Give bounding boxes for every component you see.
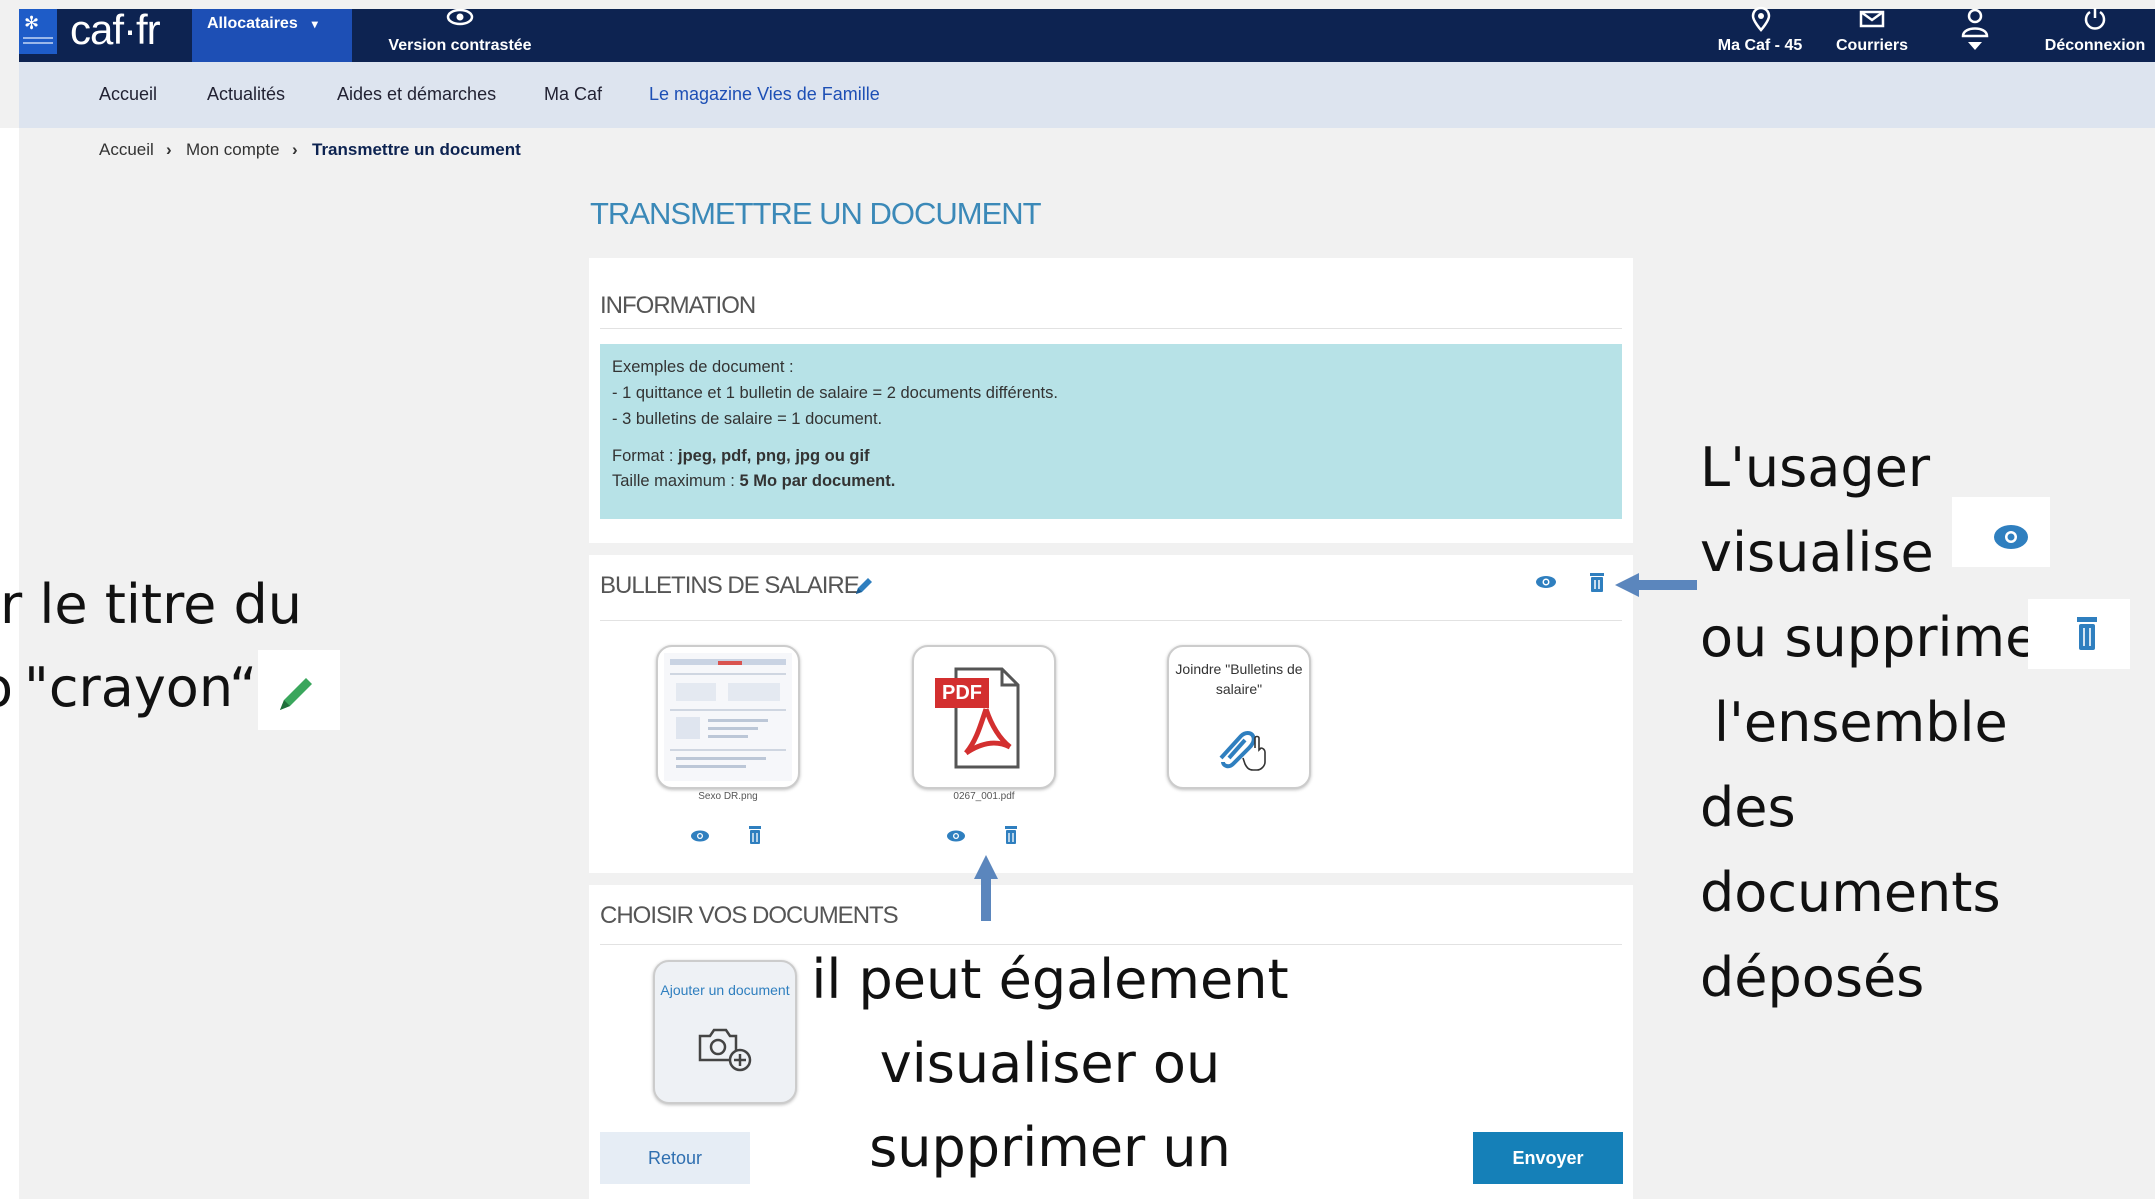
document-preview-image (664, 653, 792, 781)
page-title: TRANSMETTRE UN DOCUMENT (590, 196, 1042, 231)
add-document-label: Ajouter un document (660, 982, 790, 998)
bulletins-title: BULLETINS DE SALAIRE (600, 572, 860, 599)
chevron-right-icon: › (166, 140, 172, 159)
deconnexion-button[interactable]: Déconnexion (2035, 37, 2155, 55)
annotation-left-line1: r le titre du (0, 573, 303, 636)
annotation-line: documents (1700, 861, 2001, 924)
annotation-line: des (1700, 776, 1796, 839)
user-menu-icon[interactable] (1960, 8, 1990, 62)
divider (600, 620, 1622, 621)
annotation-line: ou supprime (1700, 606, 2039, 669)
annotation-line: l'ensemble (1714, 691, 2008, 754)
version-contrastee-link[interactable]: Version contrastée (380, 37, 540, 55)
power-icon (2080, 6, 2110, 38)
format-line: Format : jpeg, pdf, png, jpg ou gif (612, 447, 870, 465)
example-line: - 1 quittance et 1 bulletin de salaire =… (612, 384, 1058, 402)
eye-icon-chip (1952, 497, 2050, 567)
choose-title: CHOISIR VOS DOCUMENTS (600, 902, 899, 929)
camera-add-icon (696, 1024, 756, 1079)
eye-icon (1994, 525, 2028, 549)
pdf-file-icon (954, 667, 1020, 769)
trash-icon (2077, 617, 2097, 650)
annotation-line: supprimer un (869, 1116, 1231, 1179)
document-thumbnail[interactable] (656, 645, 800, 789)
nav-item-aides[interactable]: Aides et démarches (337, 84, 496, 105)
divider (600, 328, 1622, 329)
retour-button[interactable]: Retour (600, 1132, 750, 1184)
examples-label: Exemples de document : (612, 358, 794, 376)
pdf-thumbnail[interactable] (912, 645, 1056, 789)
chevron-down-icon: ▾ (311, 17, 318, 31)
annotation-line: visualiser ou (879, 1032, 1221, 1095)
envoyer-button[interactable]: Envoyer (1473, 1132, 1623, 1184)
nav-item-ma-caf[interactable]: Ma Caf (544, 84, 602, 105)
breadcrumb-current: Transmettre un document (312, 140, 521, 159)
pencil-icon-chip (258, 650, 340, 730)
site-logo-text[interactable]: caf·fr (70, 6, 161, 54)
trash-icon[interactable] (1003, 825, 1019, 850)
example-line: - 3 bulletins de salaire = 1 document. (612, 410, 883, 428)
chevron-right-icon: › (292, 140, 298, 159)
location-pin-icon (1748, 6, 1774, 38)
courriers-link[interactable]: Courriers (1822, 37, 1922, 55)
delete-all-trash-icon[interactable] (1588, 571, 1606, 598)
trash-icon-chip (2028, 599, 2130, 669)
annotation-bottom: il peut également visualiser ou supprime… (800, 938, 1300, 1190)
annotation-left-line2: "crayon“ (24, 656, 258, 719)
annotation-left-fragment: o (0, 656, 10, 719)
join-label: Joindre "Bulletins de salaire" (1175, 661, 1303, 697)
view-all-eye-icon[interactable] (1535, 574, 1557, 595)
information-title: INFORMATION (600, 292, 756, 319)
breadcrumb-mon-compte[interactable]: Mon compte (186, 140, 280, 160)
allocataires-label: Allocataires ▾ (207, 15, 318, 32)
nav-item-magazine[interactable]: Le magazine Vies de Famille (649, 84, 880, 105)
pencil-icon[interactable] (852, 574, 874, 603)
svg-text:✻: ✻ (24, 13, 39, 34)
eye-icon[interactable] (946, 829, 966, 848)
eye-icon[interactable] (690, 829, 710, 848)
size-line: Taille maximum : 5 Mo par document. (612, 472, 896, 490)
annotation-line: déposés (1700, 946, 1925, 1009)
paperclip-icon (1215, 722, 1275, 777)
ma-caf-link[interactable]: Ma Caf - 45 (1710, 37, 1810, 55)
annotation-line: il peut également (811, 948, 1289, 1011)
pencil-icon (280, 678, 312, 710)
mail-icon (1858, 8, 1886, 34)
eye-icon (445, 6, 475, 32)
nav-item-accueil[interactable]: Accueil (99, 84, 157, 105)
nav-item-actualites[interactable]: Actualités (207, 84, 285, 105)
breadcrumb-accueil[interactable]: Accueil (99, 140, 154, 160)
trash-icon[interactable] (747, 825, 763, 850)
arrow-up-icon (972, 855, 1000, 926)
caf-logo-icon[interactable]: ✻ (19, 9, 57, 54)
file-caption: Sexo DR.png (698, 791, 758, 802)
file-caption: 0267_001.pdf (953, 791, 1015, 802)
arrow-left-icon (1615, 571, 1697, 604)
pdf-badge: PDF (935, 678, 989, 708)
